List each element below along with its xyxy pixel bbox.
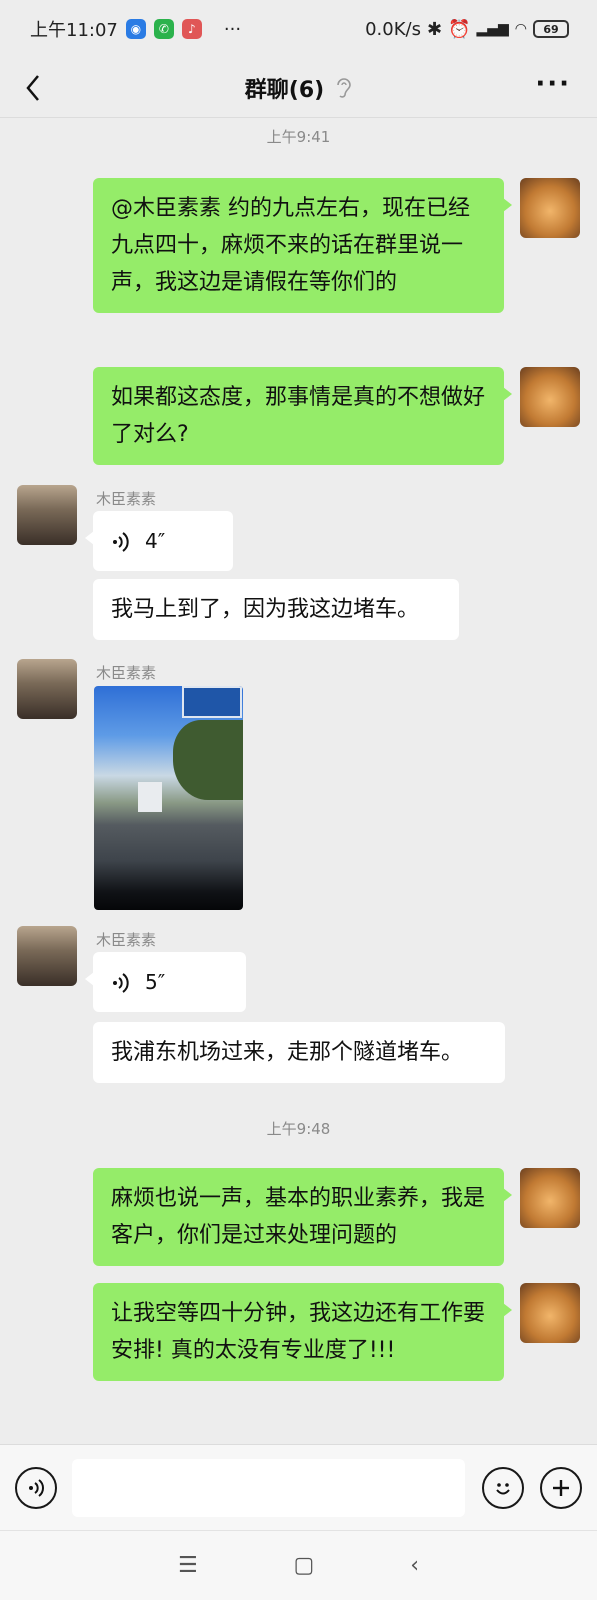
chat-title-wrap: 群聊(6) — [245, 72, 352, 104]
emoji-icon — [496, 1483, 510, 1495]
status-bar: 上午11:07 ◉ ✆ ♪ ··· 0.0K/s ✱ ⏰ ▂▄▆ ◠ 69 — [0, 0, 597, 58]
sender-avatar[interactable] — [17, 485, 77, 545]
chat-header: 群聊(6) ··· — [0, 58, 597, 118]
my-avatar[interactable] — [520, 1283, 580, 1343]
back-nav-icon[interactable]: ‹ — [410, 1553, 419, 1578]
timestamp: 上午9:41 — [266, 128, 331, 146]
message-text: @木臣素素 约的九点左右，现在已经九点四十，麻烦不来的话在群里说一声，我这边是请… — [111, 196, 470, 295]
voice-message-content: 5″ — [111, 964, 228, 1001]
status-left: 上午11:07 ◉ ✆ ♪ ··· — [30, 16, 241, 42]
voice-message-bubble[interactable]: 5″ — [85, 952, 246, 1012]
mic-icon: ♪ — [181, 19, 202, 39]
message-text: 如果都这态度，那事情是真的不想做好了对么? — [111, 385, 486, 447]
back-button[interactable] — [16, 68, 56, 108]
more-horizontal-icon: ··· — [535, 69, 571, 99]
voice-duration: 5″ — [145, 970, 166, 994]
photo-truck — [138, 782, 162, 812]
ear-icon — [337, 77, 352, 98]
plus-icon — [553, 1480, 569, 1496]
signal-icon: ▂▄▆ — [476, 21, 509, 37]
bot-icon: ◉ — [125, 19, 146, 39]
message-text: 我马上到了，因为我这边堵车。 — [111, 597, 420, 622]
menu-icon[interactable]: ☰ — [178, 1553, 198, 1578]
phone-icon: ✆ — [153, 19, 174, 39]
system-navigation-bar: ☰ ▢ ‹ — [0, 1530, 597, 1600]
sender-name: 木臣素素 — [96, 931, 157, 949]
other-message-bubble[interactable]: 我浦东机场过来，走那个隧道堵车。 — [93, 1022, 505, 1083]
status-right: 0.0K/s ✱ ⏰ ▂▄▆ ◠ 69 — [365, 19, 569, 40]
voice-wave-icon — [113, 972, 129, 993]
my-avatar[interactable] — [520, 1168, 580, 1228]
sender-avatar[interactable] — [17, 659, 77, 719]
my-message-bubble[interactable]: @木臣素素 约的九点左右，现在已经九点四十，麻烦不来的话在群里说一声，我这边是请… — [93, 178, 512, 313]
message-text: 让我空等四十分钟，我这边还有工作要安排! 真的太没有专业度了!!! — [111, 1301, 486, 1363]
photo-road-sign — [182, 686, 242, 718]
message-text: 我浦东机场过来，走那个隧道堵车。 — [111, 1040, 464, 1065]
sender-avatar[interactable] — [17, 926, 77, 986]
chat-area[interactable]: 上午9:41 @木臣素素 约的九点左右，现在已经九点四十，麻烦不来的话在群里说一… — [0, 118, 597, 1444]
my-message-bubble[interactable]: 让我空等四十分钟，我这边还有工作要安排! 真的太没有专业度了!!! — [93, 1283, 512, 1381]
message-input[interactable] — [72, 1459, 465, 1517]
alarm-icon: ⏰ — [448, 18, 471, 40]
input-bar — [0, 1444, 597, 1530]
voice-wave-icon — [113, 531, 129, 552]
voice-mode-icon — [29, 1479, 44, 1497]
sender-name: 木臣素素 — [96, 664, 157, 682]
image-message[interactable] — [94, 686, 243, 910]
voice-message-bubble[interactable]: 4″ — [85, 511, 233, 571]
my-avatar[interactable] — [520, 178, 580, 238]
timestamp: 上午9:48 — [266, 1120, 331, 1138]
status-time: 上午11:07 — [30, 20, 118, 41]
my-avatar[interactable] — [520, 367, 580, 427]
photo-tree — [173, 720, 243, 800]
other-message-bubble[interactable]: 我马上到了，因为我这边堵车。 — [93, 579, 459, 640]
chevron-left-icon — [26, 75, 39, 101]
sender-name: 木臣素素 — [96, 490, 157, 508]
network-speed: 0.0K/s — [365, 18, 421, 40]
plus-button[interactable] — [540, 1467, 582, 1509]
more-button[interactable]: ··· — [535, 71, 571, 97]
my-message-bubble[interactable]: 如果都这态度，那事情是真的不想做好了对么? — [93, 367, 512, 465]
more-dots-icon: ··· — [223, 18, 242, 40]
voice-duration: 4″ — [145, 529, 166, 553]
wifi-icon: ◠ — [514, 21, 527, 37]
message-text: 麻烦也说一声，基本的职业素养，我是客户，你们是过来处理问题的 — [111, 1186, 486, 1248]
my-message-bubble[interactable]: 麻烦也说一声，基本的职业素养，我是客户，你们是过来处理问题的 — [93, 1168, 512, 1266]
battery-indicator: 69 — [533, 20, 569, 38]
chat-title: 群聊(6) — [244, 77, 325, 103]
emoji-button[interactable] — [482, 1467, 524, 1509]
bluetooth-icon: ✱ — [426, 18, 443, 40]
voice-message-content: 4″ — [111, 523, 215, 560]
voice-mode-button[interactable] — [15, 1467, 57, 1509]
home-icon[interactable]: ▢ — [294, 1553, 315, 1578]
